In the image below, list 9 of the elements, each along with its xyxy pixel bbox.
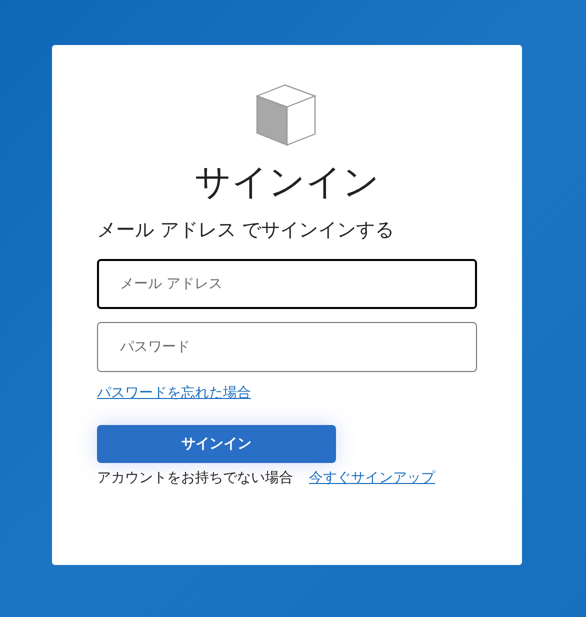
cube-icon (255, 83, 317, 147)
page-title: サインイン (194, 161, 380, 205)
sign-in-button[interactable]: サインイン (97, 425, 336, 463)
input-field[interactable]: パスワード (97, 322, 477, 372)
signup-prompt: アカウントをお持ちでない場合 (97, 469, 293, 488)
forgot-password-link[interactable]: パスワードを忘れた場合 (97, 385, 251, 401)
subtitle: メール アドレス でサインインする (97, 218, 396, 243)
sign-up-link[interactable]: 今すぐサインアップ (309, 468, 435, 488)
input-field[interactable]: メール アドレス (97, 259, 477, 309)
